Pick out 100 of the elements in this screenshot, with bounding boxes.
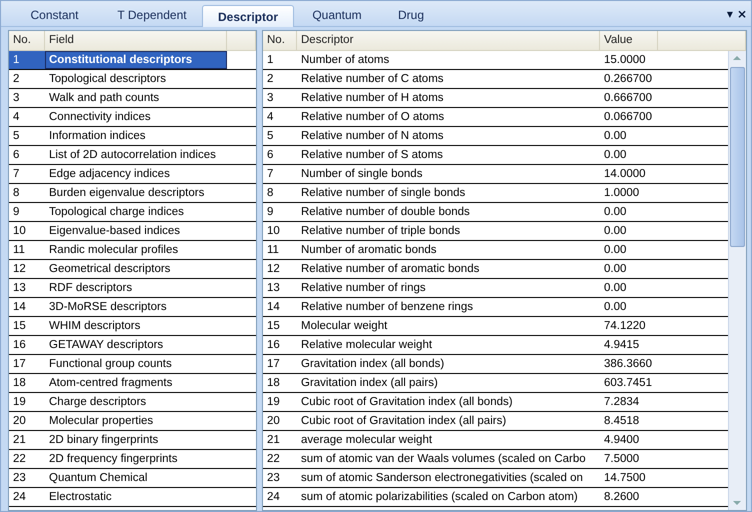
table-cell[interactable]: Molecular properties [45, 412, 227, 430]
table-cell[interactable]: Connectivity indices [45, 108, 227, 126]
table-cell-text: 8 [266, 186, 274, 201]
table-cell-text: 0.00 [603, 262, 628, 277]
table-cell-text: Relative molecular weight [300, 338, 434, 353]
table-cell-text: 10 [266, 224, 281, 239]
table-cell-text: 4.9415 [603, 338, 640, 353]
table-cell-text: Gravitation index (all pairs) [300, 376, 439, 391]
table-cell[interactable]: Functional group counts [45, 355, 227, 373]
table-cell-text: Relative number of O atoms [300, 110, 446, 125]
table-cell-text: Gravitation index (all bonds) [300, 357, 446, 372]
table-cell-text: 8.2600 [603, 490, 640, 505]
column-header: No. [9, 31, 45, 50]
table-cell-text: 74.1220 [603, 319, 647, 334]
table-cell-text: 23 [266, 471, 281, 486]
table-cell-text: Cubic root of Gravitation index (all pairs) [300, 414, 508, 429]
table-cell[interactable]: List of 2D autocorrelation indices [45, 146, 227, 164]
table-cell-text: 14 [12, 300, 27, 315]
table-cell-text: Relative number of H atoms [300, 91, 445, 106]
table-cell-text: Number of aromatic bonds [300, 243, 438, 258]
table-cell-text: 0.00 [603, 148, 628, 163]
tab[interactable]: Descriptor [202, 5, 294, 27]
table-cell-text: 23 [12, 471, 27, 486]
table-cell-text: Number of single bonds [300, 167, 424, 182]
scrollbar[interactable] [728, 51, 746, 510]
table-cell-text: Molecular weight [300, 319, 388, 334]
tab[interactable]: Quantum [294, 7, 380, 26]
table-cell-text: 603.7451 [603, 376, 653, 391]
column-header: No. [263, 31, 297, 50]
table-cell-text: 22 [12, 452, 27, 467]
tab[interactable]: Drug [380, 7, 442, 26]
table-cell-text: 3 [266, 91, 274, 106]
table-cell[interactable]: Electrostatic [45, 488, 227, 506]
table-cell-text: 0.266700 [603, 72, 653, 87]
table-cell[interactable]: Randic molecular profiles [45, 241, 227, 259]
table-cell-text: 12 [266, 262, 281, 277]
table-cell[interactable]: RDF descriptors [45, 279, 227, 297]
table-cell-text: 24 [12, 490, 27, 505]
scroll-up-icon[interactable] [733, 55, 741, 60]
table-cell-text: 15.0000 [603, 53, 647, 68]
table-cell[interactable]: Geometrical descriptors [45, 260, 227, 278]
table-cell-text: Relative number of aromatic bonds [300, 262, 480, 277]
table-cell[interactable]: Eigenvalue-based indices [45, 222, 227, 240]
table-cell-text: sum of atomic polarizabilities (scaled on Carbon atom) [300, 490, 579, 505]
table-cell-text: 4 [266, 110, 274, 125]
table-cell[interactable]: 3D-MoRSE descriptors [45, 298, 227, 316]
table-cell[interactable]: Charge descriptors [45, 393, 227, 411]
table-cell-text: 0.00 [603, 243, 628, 258]
table-cell-text: Cubic root of Gravitation index (all bonds) [300, 395, 514, 410]
table-cell-text: 10 [12, 224, 27, 239]
table-cell-text: 2 [12, 72, 20, 87]
table-cell-text: 14 [266, 300, 281, 315]
table-cell[interactable]: Atom-centred fragments [45, 374, 227, 392]
table-cell-text: 20 [12, 414, 27, 429]
column-header: Field [45, 31, 227, 50]
table-cell-text: 0.00 [603, 281, 628, 296]
table-cell[interactable]: Quantum Chemical [45, 469, 227, 487]
table-cell-text: 11 [266, 243, 280, 258]
table-cell[interactable]: GETAWAY descriptors [45, 336, 227, 354]
column-header: Value [600, 31, 658, 50]
table-cell[interactable]: WHIM descriptors [45, 317, 227, 335]
table-cell[interactable]: Edge adjacency indices [45, 165, 227, 183]
table-cell-text: Relative number of C atoms [300, 72, 445, 87]
table-cell-text: 7.2834 [603, 395, 640, 410]
table-cell-text: 4.9400 [603, 433, 640, 448]
scroll-down-icon[interactable] [733, 501, 741, 506]
column-header: Descriptor [297, 31, 600, 50]
tab[interactable]: T Dependent [102, 7, 202, 26]
table-cell[interactable]: Topological charge indices [45, 203, 227, 221]
table-cell[interactable]: 2D binary fingerprints [45, 431, 227, 449]
table-cell[interactable]: Walk and path counts [45, 89, 227, 107]
table-cell[interactable]: Topological descriptors [45, 70, 227, 88]
table-cell-text: 12 [12, 262, 27, 277]
scroll-thumb[interactable] [730, 67, 745, 247]
table-cell-text: Relative number of S atoms [300, 148, 444, 163]
close-button[interactable]: × [736, 7, 747, 21]
table-cell-text: 22 [266, 452, 281, 467]
table-cell[interactable]: Information indices [45, 127, 227, 145]
table-cell-text: sum of atomic van der Waals volumes (scaled on Carbo [300, 452, 587, 467]
dropdown-button[interactable]: ▾ [726, 7, 733, 21]
table-cell-text: 18 [12, 376, 27, 391]
table-cell-text: 5 [266, 129, 274, 144]
table-cell[interactable]: Burden eigenvalue descriptors [45, 184, 227, 202]
table-cell-text: 11 [12, 243, 26, 258]
table-cell-text: 15 [12, 319, 27, 334]
table-cell-text: 21 [266, 433, 281, 448]
table-cell-text: 0.00 [603, 205, 628, 220]
table-cell[interactable]: Constitutional descriptors [45, 51, 227, 69]
tab[interactable]: Constant [7, 7, 102, 26]
table-cell-text: 19 [266, 395, 281, 410]
table-cell-text: 17 [12, 357, 27, 372]
table-cell[interactable]: 2D frequency fingerprints [45, 450, 227, 468]
table-cell-text: 9 [12, 205, 20, 220]
table-cell-text: Relative number of single bonds [300, 186, 466, 201]
table-cell-text: 14.7500 [603, 471, 647, 486]
table-cell-text: 0.00 [603, 224, 628, 239]
table-cell-text: 0.066700 [603, 110, 653, 125]
table-cell-text: 1 [266, 53, 274, 68]
table-cell-text: 3 [12, 91, 20, 106]
table-cell-text: 5 [12, 129, 20, 144]
